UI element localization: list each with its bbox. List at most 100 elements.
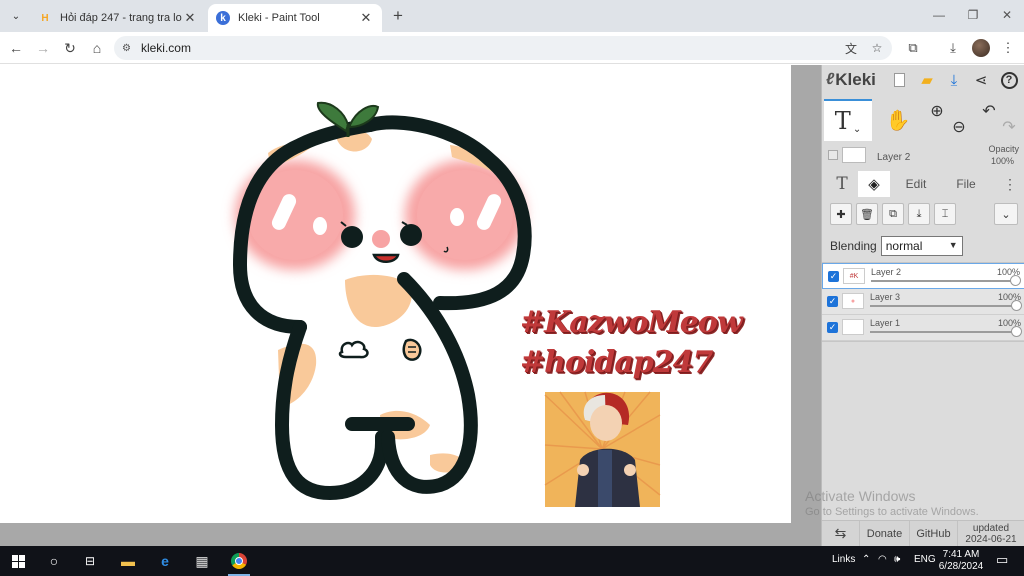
windows-start-icon[interactable] — [7, 550, 29, 572]
drawing-canvas[interactable]: #KazwoMeow #hoidap247 — [0, 65, 791, 523]
expand-chevron-icon[interactable]: ⌄ — [994, 203, 1018, 225]
github-link[interactable]: GitHub — [910, 520, 958, 547]
file-explorer-icon[interactable]: ▬ — [117, 550, 139, 572]
blending-label: Blending — [830, 239, 877, 253]
layer-item-layer-1[interactable]: ✓ Layer 1 100% — [822, 315, 1024, 341]
bookmark-star-icon[interactable]: ☆ — [866, 37, 888, 59]
forward-arrow-icon[interactable]: → — [32, 37, 54, 59]
kleki-logo-text: Kleki — [835, 70, 876, 89]
new-image-icon[interactable] — [888, 69, 910, 91]
notifications-icon[interactable]: ▭ — [996, 552, 1008, 568]
task-view-icon[interactable]: ⊟ — [79, 550, 101, 572]
layer-item-layer-3[interactable]: ✓ ● Layer 3 100% — [822, 289, 1024, 315]
blending-value: normal — [885, 239, 923, 253]
hand-tool-icon[interactable]: ✋ — [880, 99, 916, 141]
tray-chevron-icon[interactable]: ⌃ — [862, 554, 870, 565]
blending-row: Blending normal ▼ — [822, 235, 1024, 257]
tab-file[interactable]: File — [946, 171, 986, 197]
kleki-favicon-icon: k — [216, 11, 230, 25]
add-layer-icon[interactable]: ✚ — [830, 203, 852, 225]
volume-icon[interactable]: 🕪 — [894, 554, 900, 565]
tab-edit[interactable]: Edit — [896, 171, 936, 197]
updated-info[interactable]: updated 2024-06-21 — [958, 521, 1024, 547]
layer-visible-checkbox[interactable]: ✓ — [827, 296, 838, 307]
donate-link[interactable]: Donate — [860, 520, 910, 547]
layer-name: Layer 2 — [871, 267, 902, 277]
tab-search-chevron-icon[interactable]: ⌄ — [6, 6, 26, 26]
reload-icon[interactable]: ↻ — [59, 37, 81, 59]
layer-item-layer-2[interactable]: ✓ #K Layer 2 100% — [822, 263, 1024, 289]
delete-layer-icon[interactable]: 🗑 — [856, 203, 878, 225]
layer-thumbnail: ● — [842, 293, 864, 309]
opacity-value: 100% — [990, 156, 1014, 166]
extensions-puzzle-icon[interactable]: ⧉ — [902, 37, 924, 59]
address-bar[interactable]: ⚙ kleki.com 文 ☆ — [114, 36, 892, 60]
duplicate-layer-icon[interactable]: ⧉ — [882, 203, 904, 225]
layer-visible-checkbox[interactable]: ✓ — [827, 322, 838, 333]
system-clock[interactable]: 7:41 AM 6/28/2024 — [936, 549, 986, 573]
slider-knob[interactable] — [1011, 326, 1022, 337]
kleki-side-panel: ℓ Kleki ▰ ⤓ ⋖ ? T ⌄ ✋ ⊕ ⊖ ↶ ↷ Layer 2 Opa… — [821, 65, 1024, 547]
minimize-icon[interactable]: — — [922, 4, 956, 26]
tab-layers-icon[interactable]: ◈ — [858, 171, 890, 197]
store-icon[interactable]: ▦ — [191, 550, 213, 572]
tab-hoidap247[interactable]: H Hỏi đáp 247 - trang tra loi ✕ — [30, 4, 206, 32]
profile-avatar[interactable] — [972, 39, 990, 57]
save-download-icon[interactable]: ⤓ — [943, 69, 965, 91]
close-tab-icon[interactable]: ✕ — [182, 10, 198, 26]
clock-date: 6/28/2024 — [938, 561, 984, 572]
downloads-icon[interactable]: ⤓ — [942, 37, 964, 59]
tab-kleki[interactable]: k Kleki - Paint Tool ✕ — [208, 4, 382, 32]
canvas-workspace[interactable]: #KazwoMeow #hoidap247 — [0, 65, 821, 546]
blending-select[interactable]: normal ▼ — [880, 236, 963, 256]
current-layer-thumbnail — [842, 147, 866, 163]
layer-thumbnail: #K — [843, 268, 865, 284]
kleki-header: ℓ Kleki ▰ ⤓ ⋖ ? — [822, 65, 1024, 95]
zoom-in-icon[interactable]: ⊕ — [926, 99, 948, 123]
layer-opacity-slider[interactable] — [871, 280, 1014, 282]
links-toolbar[interactable]: Links — [832, 554, 855, 565]
swap-panel-side-icon[interactable]: ⇆ — [822, 520, 860, 547]
close-window-icon[interactable]: ✕ — [990, 4, 1024, 26]
hashtag-kazwomeow: #KazwoMeow — [520, 305, 743, 340]
slider-knob[interactable] — [1011, 300, 1022, 311]
browser-tab-bar: ⌄ H Hỏi đáp 247 - trang tra loi ✕ k Klek… — [0, 0, 1024, 32]
rename-layer-icon[interactable]: ⌶ — [934, 203, 956, 225]
text-tool-icon[interactable]: T ⌄ — [824, 99, 872, 141]
restore-icon[interactable]: ❐ — [956, 4, 990, 26]
layer-visible-checkbox[interactable]: ✓ — [828, 271, 839, 282]
more-options-icon[interactable]: ⋮ — [1000, 171, 1020, 197]
network-icon[interactable]: ◠ — [878, 554, 887, 565]
layer-name: Layer 1 — [870, 318, 901, 328]
tool-row: T ⌄ ✋ ⊕ ⊖ ↶ ↷ — [822, 99, 1024, 141]
translate-icon[interactable]: 文 — [840, 37, 862, 59]
merge-layer-icon[interactable]: ⤓ — [908, 203, 930, 225]
zoom-out-icon[interactable]: ⊖ — [948, 115, 970, 139]
layer-visibility-check-icon[interactable] — [828, 150, 838, 160]
layer-opacity-slider[interactable] — [870, 305, 1015, 307]
search-circle-icon[interactable]: ○ — [43, 550, 65, 572]
kleki-logo[interactable]: ℓ Kleki — [826, 70, 876, 90]
tab-text-icon[interactable]: T — [828, 171, 856, 197]
url-text[interactable]: kleki.com — [141, 41, 840, 55]
help-icon[interactable]: ? — [998, 69, 1020, 91]
layer-opacity-slider[interactable] — [870, 331, 1015, 333]
select-caret-icon: ▼ — [948, 240, 958, 250]
close-tab-icon[interactable]: ✕ — [358, 10, 374, 26]
site-settings-icon[interactable]: ⚙ — [122, 43, 131, 54]
undo-icon[interactable]: ↶ — [978, 99, 1000, 123]
home-icon[interactable]: ⌂ — [86, 37, 108, 59]
chrome-icon[interactable] — [228, 550, 250, 572]
slider-knob[interactable] — [1010, 275, 1021, 286]
windows-taskbar: ○ ⊟ ▬ e ▦ Links ⌃ ◠ 🕪 ENG 7:41 AM 6/28/2… — [0, 546, 1024, 576]
share-icon[interactable]: ⋖ — [970, 69, 992, 91]
redo-icon[interactable]: ↷ — [998, 115, 1020, 139]
layer-thumbnail — [842, 319, 864, 335]
browser-menu-icon[interactable]: ⋮ — [997, 37, 1019, 59]
language-indicator[interactable]: ENG — [914, 554, 936, 565]
open-folder-icon[interactable]: ▰ — [916, 69, 938, 91]
new-tab-plus-icon[interactable]: + — [388, 6, 408, 26]
edge-icon[interactable]: e — [154, 550, 176, 572]
hoidap-favicon-icon: H — [41, 12, 49, 24]
back-arrow-icon[interactable]: ← — [5, 37, 27, 59]
